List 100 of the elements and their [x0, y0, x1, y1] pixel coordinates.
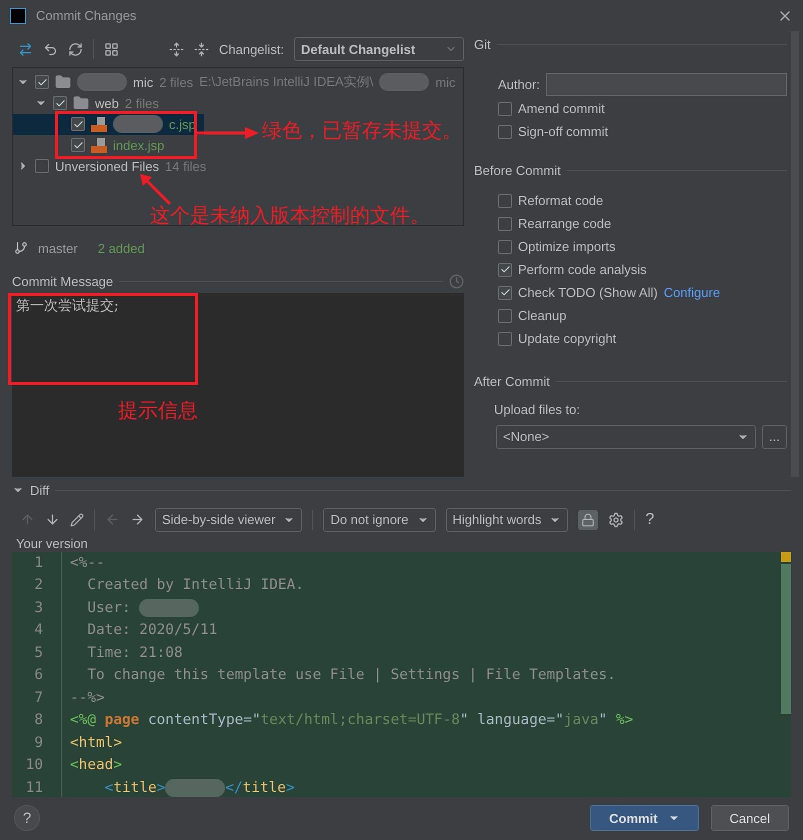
option-label: Reformat code [518, 193, 604, 208]
tree-row[interactable]: mic 2 files E:\JetBrains IntelliJ IDEA实例\ mic [13, 72, 464, 93]
scrollbar-thumb[interactable] [781, 564, 791, 714]
option-label: Amend commit [518, 101, 605, 116]
option-row[interactable]: Reformat code [474, 189, 787, 212]
settings-icon[interactable] [608, 512, 624, 528]
tree-row[interactable]: index.jsp [13, 134, 172, 156]
checkbox[interactable] [498, 216, 512, 231]
checkbox[interactable] [53, 96, 67, 110]
file-name: mic [133, 74, 154, 90]
checkbox[interactable] [35, 159, 49, 174]
file-name: index.jsp [113, 138, 164, 153]
folder-icon [73, 95, 89, 112]
checkbox[interactable] [498, 332, 512, 346]
option-row[interactable]: Update copyright [474, 327, 787, 350]
code-line: --%> [70, 688, 106, 708]
help-button[interactable]: ? [645, 510, 654, 528]
changelist-dropdown[interactable]: Default Changelist [294, 37, 464, 62]
browse-button[interactable]: ... [762, 424, 787, 449]
cancel-button[interactable]: Cancel [710, 805, 789, 832]
viewer-dropdown[interactable]: Side-by-side viewer [155, 508, 302, 532]
annotation-arrow [138, 172, 174, 206]
line-number: 10 [24, 756, 43, 776]
checkbox[interactable] [498, 124, 512, 139]
checkbox[interactable] [498, 286, 512, 300]
option-row[interactable]: Check TODO (Show All) Configure [474, 281, 787, 304]
undo-icon[interactable] [43, 42, 58, 57]
option-label: Check TODO (Show All) [518, 285, 658, 300]
option-row[interactable]: Optimize imports [474, 235, 787, 258]
option-label: Sign-off commit [518, 124, 608, 140]
file-name: web [95, 96, 119, 111]
line-number: 7 [33, 688, 43, 708]
section-title: Commit Message [12, 274, 114, 290]
grid-icon[interactable] [104, 42, 119, 57]
checkbox[interactable] [498, 262, 512, 277]
file-path: E:\JetBrains IntelliJ IDEA实例\ [199, 73, 374, 92]
lock-icon[interactable] [578, 510, 598, 530]
option-row[interactable]: Rearrange code [474, 212, 787, 236]
line-number: 1 [33, 554, 43, 573]
highlight-dropdown[interactable]: Highlight words [446, 508, 568, 532]
jsp-file-icon [91, 137, 107, 154]
code-line: <head> [70, 756, 123, 776]
section-title: Git [474, 36, 491, 52]
changelist-label: Changelist: [219, 42, 284, 57]
option-row[interactable]: Perform code analysis [474, 258, 787, 282]
ignore-dropdown[interactable]: Do not ignore [323, 508, 436, 532]
section-title: Diff [30, 482, 50, 498]
code-line: To change this template use File | Settings | File Templates. [86, 666, 617, 686]
line-number: 9 [33, 734, 43, 753]
compare-arrows-icon[interactable] [18, 42, 33, 57]
folder-icon [55, 74, 71, 90]
app-logo-icon [10, 8, 26, 24]
code-line: User: [70, 596, 781, 620]
line-number: 4 [33, 621, 43, 640]
change-status: 2 added [98, 240, 145, 256]
commit-button[interactable]: Commit [590, 805, 699, 832]
tree-row[interactable]: Unversioned Files 14 files [13, 156, 214, 177]
file-count: 14 files [165, 158, 206, 174]
check-icon [36, 76, 48, 88]
annotation-note: 这个是未纳入版本控制的文件。 [150, 205, 430, 227]
checkbox[interactable] [498, 240, 512, 254]
file-count: 2 files [124, 96, 159, 111]
annotation-note: 提示信息 [118, 400, 198, 422]
option-label: Cleanup [518, 308, 566, 324]
jsp-file-icon [91, 116, 107, 132]
check-icon [54, 98, 66, 109]
checkbox[interactable] [35, 75, 49, 90]
option-row[interactable]: Cleanup [474, 304, 787, 328]
checkbox[interactable] [498, 194, 512, 208]
side-label: Your version [16, 536, 88, 552]
option-row[interactable]: Amend commit [474, 97, 787, 120]
arrow-right-icon[interactable] [130, 512, 145, 527]
checkbox[interactable] [498, 102, 512, 116]
file-path: mic [435, 74, 456, 90]
collapse-all-icon[interactable] [194, 42, 209, 57]
option-row[interactable]: Sign-off commit [474, 120, 787, 144]
expand-all-icon[interactable] [169, 42, 184, 57]
server-dropdown[interactable]: <None> [496, 424, 756, 449]
line-number: 11 [24, 778, 43, 797]
checkbox[interactable] [71, 117, 85, 132]
checkbox[interactable] [498, 308, 512, 323]
line-number: 3 [33, 598, 43, 618]
window-title: Commit Changes [36, 8, 136, 24]
file-count: 2 files [159, 74, 194, 90]
option-label: Update copyright [518, 331, 616, 346]
upload-label: Upload files to: [494, 402, 580, 418]
arrow-down-icon[interactable] [45, 512, 60, 527]
file-name: Unversioned Files [55, 158, 160, 174]
checkbox[interactable] [71, 138, 85, 152]
code-line: <%@ page contentType="text/html;charset=UTF-8" language="java" %> [70, 711, 634, 730]
edit-icon[interactable] [70, 512, 84, 526]
help-button[interactable]: ? [14, 805, 40, 832]
code-line: Date: 2020/5/11 [86, 621, 218, 640]
refresh-icon[interactable] [68, 42, 83, 57]
configure-link[interactable]: Configure [664, 285, 720, 300]
author-field[interactable] [546, 72, 787, 96]
line-number: 5 [33, 644, 43, 663]
tree-row[interactable]: web 2 files [13, 92, 167, 114]
option-label: Perform code analysis [518, 262, 647, 278]
change-marker-icon [781, 552, 791, 562]
